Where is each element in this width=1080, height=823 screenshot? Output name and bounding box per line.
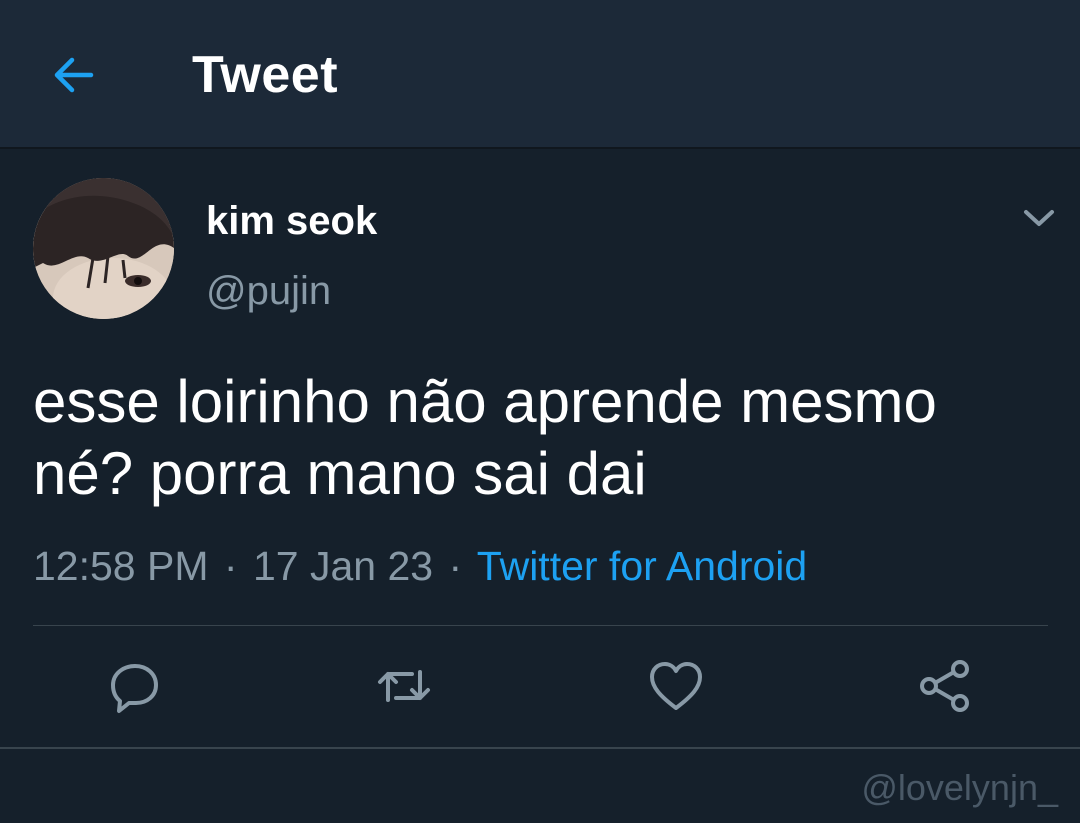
share-button[interactable]	[914, 656, 974, 716]
avatar-photo	[33, 178, 174, 319]
tweet-text: esse loirinho não aprende mesmo né? porr…	[33, 366, 1043, 510]
reply-icon	[111, 664, 158, 713]
meta-separator: ·	[448, 543, 463, 589]
divider	[0, 747, 1080, 749]
divider	[33, 625, 1048, 626]
top-bar: Tweet	[0, 0, 1080, 149]
author-handle[interactable]: @pujin	[206, 268, 331, 314]
heart-icon	[650, 662, 702, 710]
tweet-text-line: esse loirinho não aprende mesmo	[33, 368, 937, 435]
share-icon	[920, 660, 969, 712]
author-display-name[interactable]: kim seok	[206, 198, 377, 244]
tweet-time: 12:58 PM	[33, 543, 209, 589]
retweet-icon	[378, 670, 430, 702]
tweet-source-link[interactable]: Twitter for Android	[477, 543, 807, 589]
reply-button[interactable]	[105, 656, 165, 716]
tweet-text-line: né? porra mano sai dai	[33, 440, 647, 507]
avatar[interactable]	[33, 178, 174, 319]
chevron-down-icon	[1024, 210, 1054, 226]
retweet-button[interactable]	[374, 656, 434, 716]
tweet-meta: 12:58 PM · 17 Jan 23 · Twitter for Andro…	[33, 540, 807, 592]
back-button[interactable]	[44, 48, 104, 102]
meta-separator: ·	[223, 543, 238, 589]
tweet-menu-button[interactable]	[1018, 200, 1060, 236]
like-button[interactable]	[646, 656, 706, 716]
tweet-date: 17 Jan 23	[252, 543, 434, 589]
watermark: @lovelynjn_	[861, 767, 1058, 808]
arrow-left-icon	[54, 57, 94, 93]
page-title: Tweet	[192, 46, 339, 104]
